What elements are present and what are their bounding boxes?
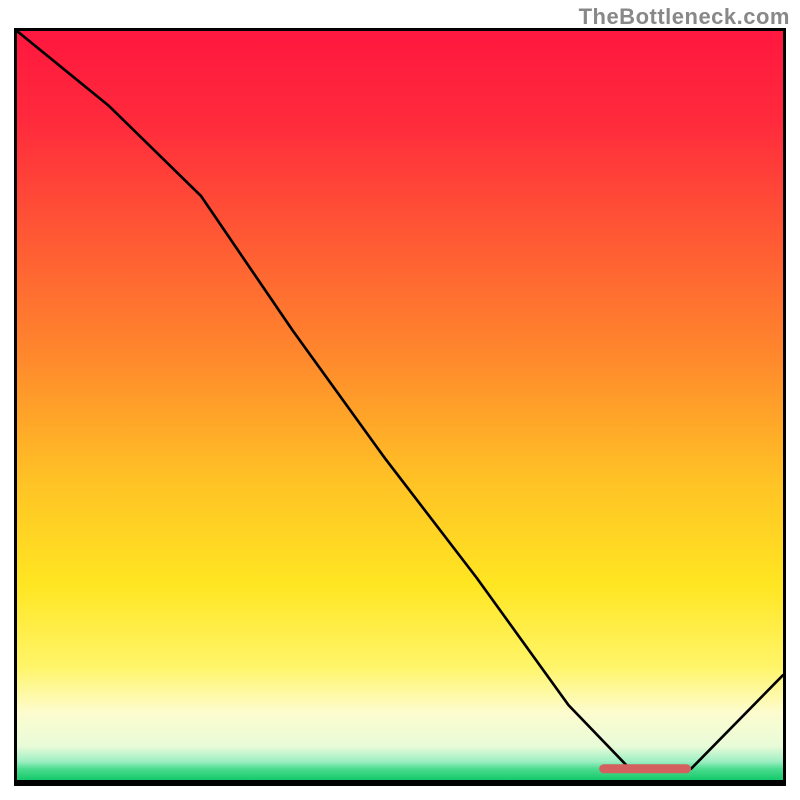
watermark-text: TheBottleneck.com	[579, 4, 790, 30]
background-gradient	[17, 31, 783, 780]
plot-area	[14, 28, 786, 786]
chart-frame: TheBottleneck.com	[0, 0, 800, 800]
